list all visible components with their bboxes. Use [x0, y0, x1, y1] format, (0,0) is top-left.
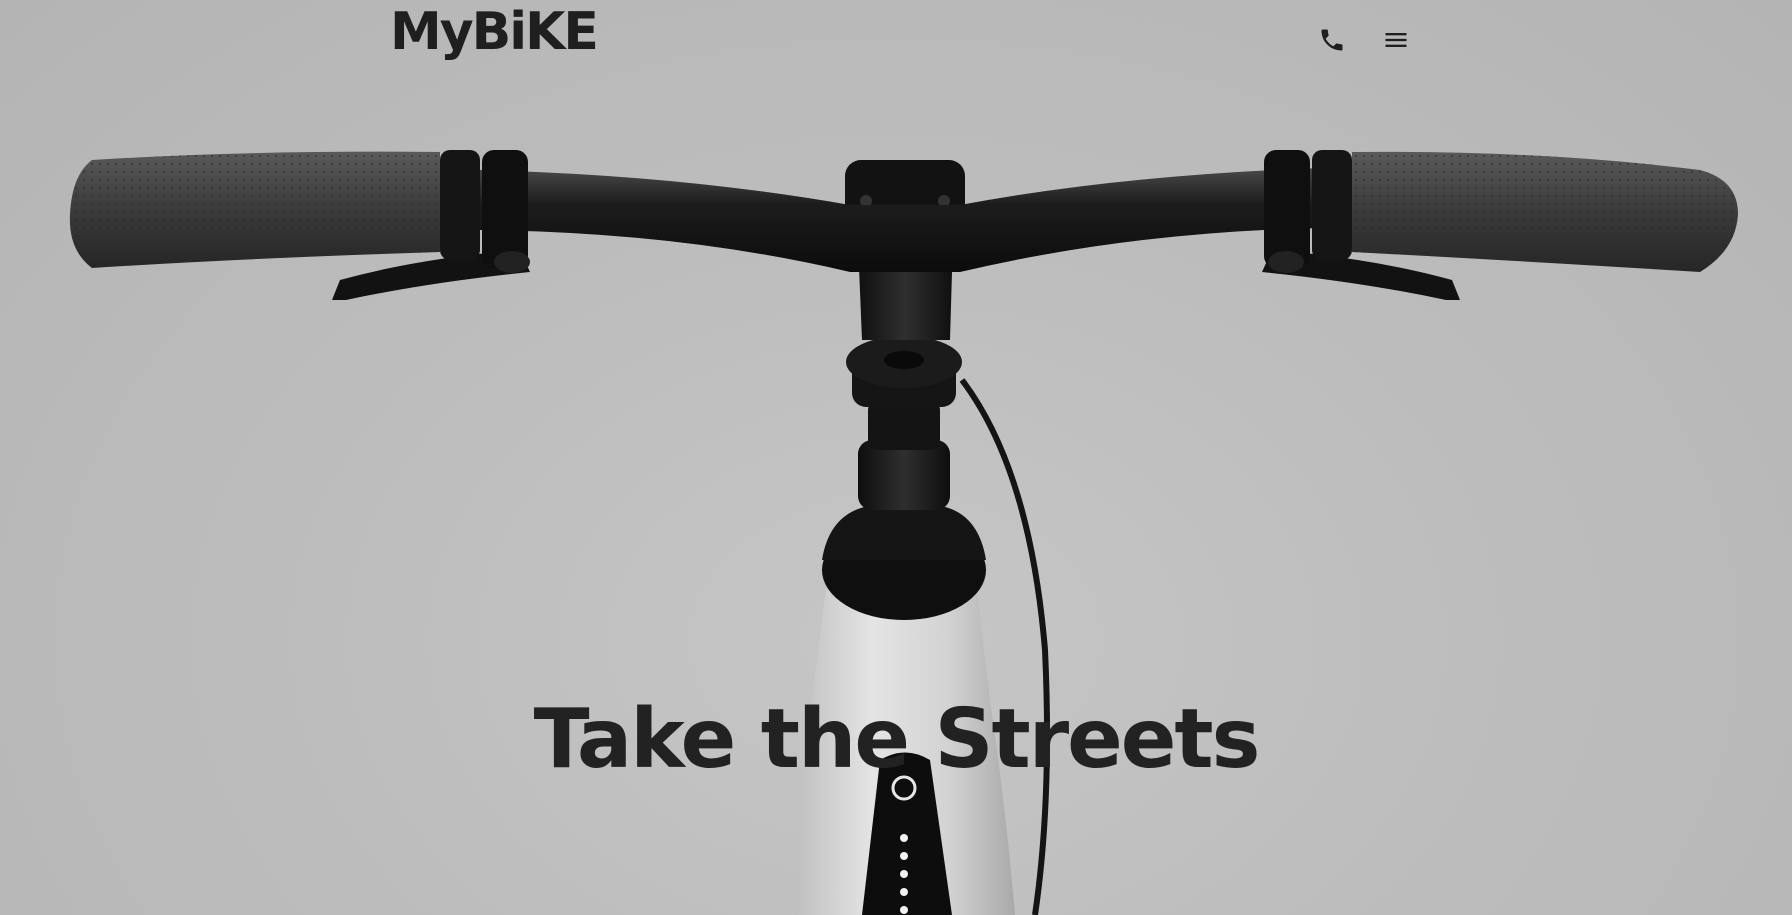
site-logo[interactable]: MyBiKE	[390, 2, 599, 62]
menu-button[interactable]	[1378, 22, 1414, 58]
hero-headline: Take the Streets	[533, 692, 1261, 787]
phone-icon	[1321, 29, 1343, 51]
site-header: MyBiKE	[0, 0, 1792, 80]
phone-button[interactable]	[1314, 22, 1350, 58]
hero-section: MyBiKE Take the Streets	[0, 0, 1792, 915]
hamburger-menu-icon	[1385, 33, 1407, 47]
